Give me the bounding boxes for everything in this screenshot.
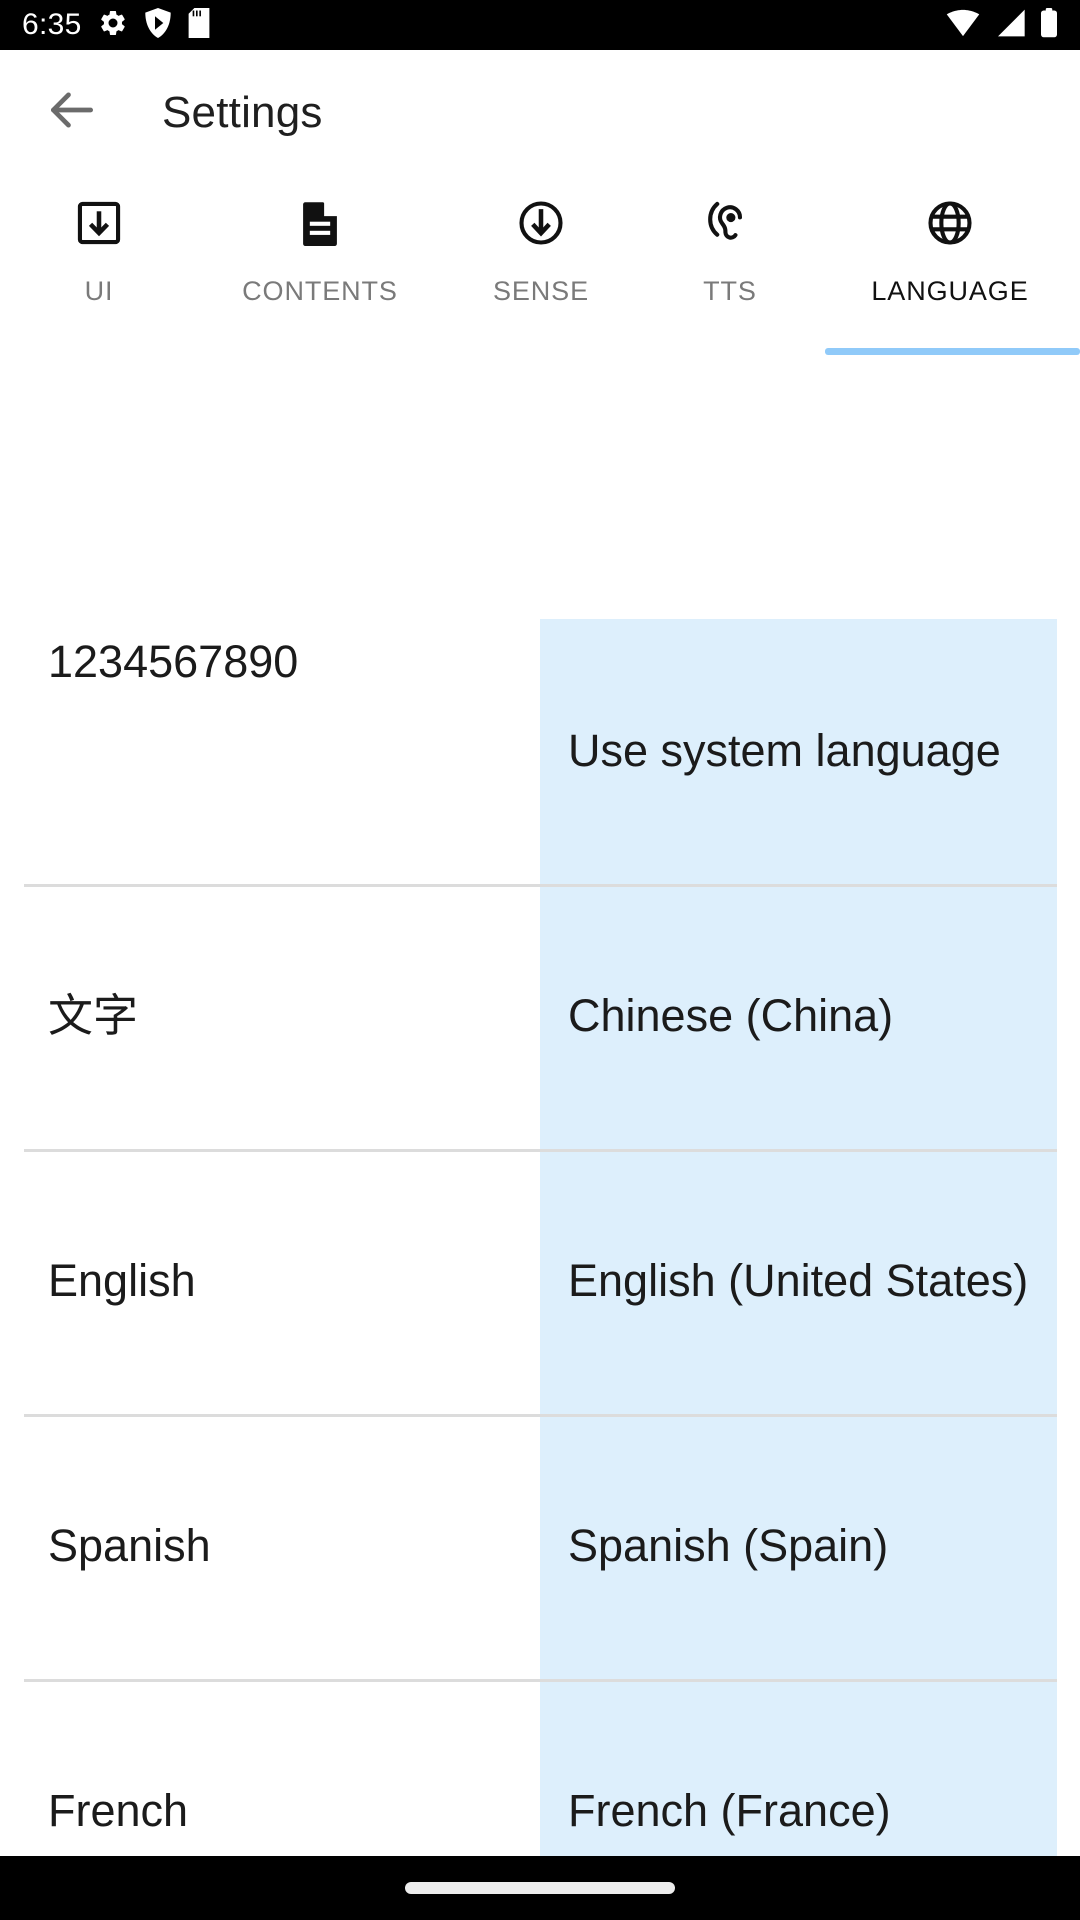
settings-tab-bar: UI CONTENTS SENSE TTS LANGUAGE bbox=[0, 178, 1080, 358]
row-divider bbox=[24, 1414, 1057, 1417]
tab-label-sense: SENSE bbox=[492, 276, 590, 306]
table-row[interactable]: 文字 Chinese (China) bbox=[0, 884, 1080, 1149]
phone-screen: 6:35 Settings UI CONTENTS SENSE TTS LANG… bbox=[0, 0, 1080, 1920]
row-locale-cell[interactable]: Chinese (China) bbox=[540, 884, 1057, 1149]
row-locale-cell[interactable]: Spanish (Spain) bbox=[540, 1414, 1057, 1679]
status-bar-right bbox=[946, 7, 1058, 43]
row-locale-text: Use system language bbox=[568, 725, 1001, 777]
row-divider bbox=[24, 884, 1057, 887]
table-row[interactable]: Spanish Spanish (Spain) bbox=[0, 1414, 1080, 1679]
app-bar: Settings bbox=[0, 50, 1080, 175]
tab-label-tts: TTS bbox=[703, 276, 757, 306]
tab-language[interactable]: LANGUAGE bbox=[820, 178, 1080, 358]
battery-icon bbox=[1040, 7, 1058, 43]
row-sample-cell: 1234567890 bbox=[0, 440, 540, 884]
table-row[interactable]: 1234567890 Use system language bbox=[0, 440, 1080, 884]
hearing-icon bbox=[704, 192, 756, 254]
row-locale-text: Chinese (China) bbox=[568, 990, 894, 1042]
tab-label-contents: CONTENTS bbox=[242, 276, 398, 306]
tab-active-indicator bbox=[825, 348, 1080, 355]
row-sample-text: 文字 bbox=[48, 990, 139, 1042]
tab-ui[interactable]: UI bbox=[0, 178, 198, 358]
row-locale-text: Spanish (Spain) bbox=[568, 1520, 889, 1572]
page-title: Settings bbox=[162, 87, 323, 137]
tab-sense[interactable]: SENSE bbox=[442, 178, 640, 358]
row-sample-text: French bbox=[48, 1785, 189, 1837]
wifi-icon bbox=[946, 8, 980, 43]
article-icon bbox=[294, 192, 346, 254]
back-arrow-icon bbox=[44, 82, 100, 143]
system-update-icon bbox=[73, 192, 125, 254]
globe-icon bbox=[924, 192, 976, 254]
tab-label-language: LANGUAGE bbox=[871, 276, 1029, 306]
back-button[interactable] bbox=[24, 65, 120, 161]
row-divider bbox=[24, 1149, 1057, 1152]
status-bar: 6:35 bbox=[0, 0, 1080, 50]
download-circle-icon bbox=[515, 192, 567, 254]
row-divider bbox=[24, 1679, 1057, 1682]
language-list[interactable]: 1234567890 Use system language 文字 Chines… bbox=[0, 440, 1080, 1920]
cellular-signal-icon bbox=[994, 8, 1026, 43]
row-sample-cell: English bbox=[0, 1149, 540, 1414]
status-bar-clock: 6:35 bbox=[22, 8, 82, 41]
row-sample-text: Spanish bbox=[48, 1520, 211, 1572]
row-sample-cell: Spanish bbox=[0, 1414, 540, 1679]
status-bar-left: 6:35 bbox=[22, 7, 210, 43]
row-sample-text: 1234567890 bbox=[48, 635, 299, 687]
row-locale-text: French (France) bbox=[568, 1785, 891, 1837]
system-navigation-bar bbox=[0, 1856, 1080, 1920]
row-locale-text: English (United States) bbox=[568, 1255, 1029, 1307]
shield-play-icon bbox=[144, 7, 172, 43]
tab-label-ui: UI bbox=[84, 276, 114, 306]
row-sample-cell: 文字 bbox=[0, 884, 540, 1149]
gear-icon bbox=[98, 8, 128, 43]
tab-tts[interactable]: TTS bbox=[640, 178, 820, 358]
home-gesture-pill[interactable] bbox=[405, 1882, 675, 1894]
sd-card-icon bbox=[188, 7, 210, 43]
row-sample-text: English bbox=[48, 1255, 196, 1307]
row-locale-cell[interactable]: English (United States) bbox=[540, 1149, 1057, 1414]
row-locale-cell[interactable]: Use system language bbox=[540, 619, 1057, 884]
tab-contents[interactable]: CONTENTS bbox=[198, 178, 442, 358]
table-row[interactable]: English English (United States) bbox=[0, 1149, 1080, 1414]
